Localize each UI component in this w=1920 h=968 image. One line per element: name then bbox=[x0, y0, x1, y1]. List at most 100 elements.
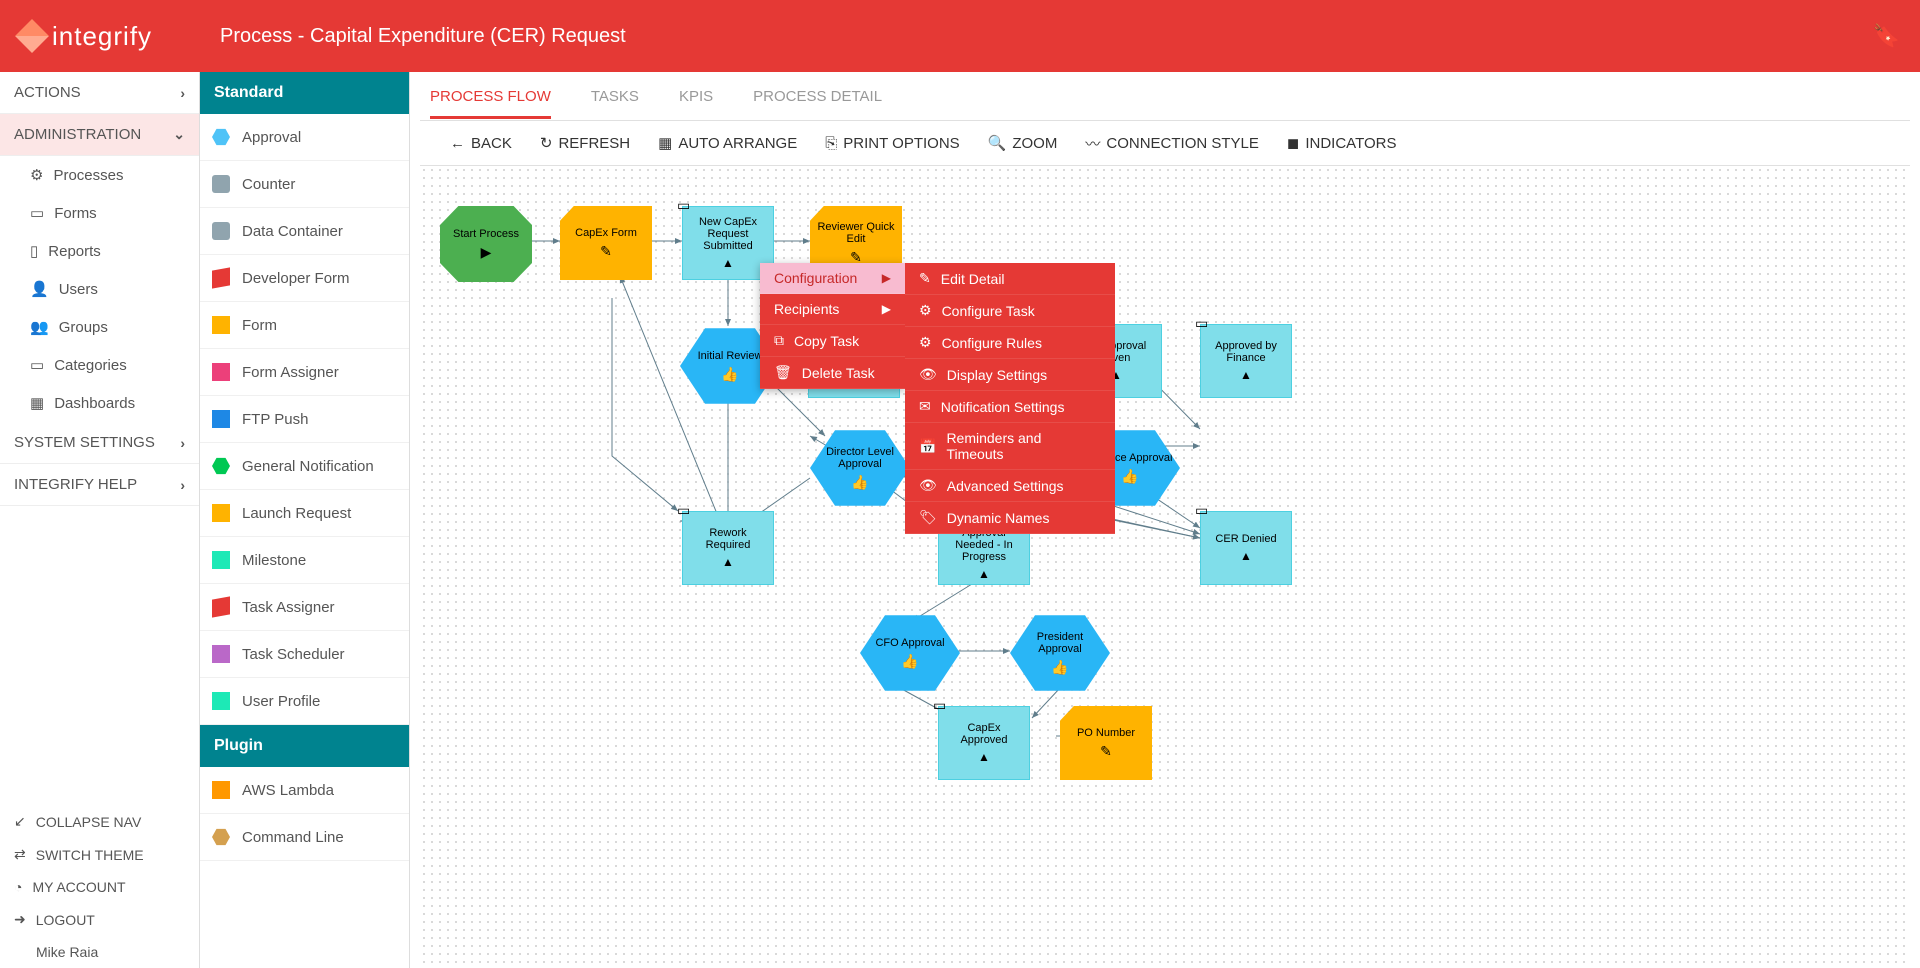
triangle-icon: ▲ bbox=[978, 750, 990, 764]
ftp-icon bbox=[212, 410, 230, 428]
ctx-delete-task[interactable]: 🗑Delete Task bbox=[760, 357, 905, 389]
action-label: SWITCH THEME bbox=[36, 847, 144, 863]
triangle-icon: ▲ bbox=[978, 567, 990, 581]
collapse-nav-button[interactable]: ↙COLLAPSE NAV bbox=[0, 805, 199, 838]
palette-form[interactable]: Form bbox=[200, 302, 409, 349]
tab-process-flow[interactable]: PROCESS FLOW bbox=[430, 74, 551, 119]
user-icon: 👤 bbox=[30, 280, 49, 298]
sidebar-item-label: Dashboards bbox=[54, 395, 135, 412]
user-icon: 👤 bbox=[554, 196, 571, 213]
palette-form-assigner[interactable]: Form Assigner bbox=[200, 349, 409, 396]
tab-tasks[interactable]: TASKS bbox=[591, 74, 639, 119]
node-start-process[interactable]: Start Process▶ bbox=[440, 206, 532, 282]
palette-aws-lambda[interactable]: AWS Lambda bbox=[200, 767, 409, 814]
ctx-edit-detail[interactable]: ✎Edit Detail bbox=[905, 263, 1115, 295]
node-capex-form[interactable]: 👤CapEx Form✎ bbox=[560, 206, 652, 280]
palette-general-notification[interactable]: General Notification bbox=[200, 443, 409, 490]
palette-milestone[interactable]: Milestone bbox=[200, 537, 409, 584]
sidebar-section-help[interactable]: INTEGRIFY HELP› bbox=[0, 464, 199, 506]
sidebar-section-actions[interactable]: ACTIONS› bbox=[0, 72, 199, 114]
node-approved-by-finance[interactable]: ▭Approved by Finance▲ bbox=[1200, 324, 1292, 398]
ctx-display-settings[interactable]: 👁Display Settings bbox=[905, 359, 1115, 391]
auto-arrange-button[interactable]: ▦AUTO ARRANGE bbox=[658, 134, 797, 152]
tab-kpis[interactable]: KPIS bbox=[679, 74, 713, 119]
database-icon bbox=[212, 222, 230, 240]
sidebar-item-processes[interactable]: ⚙Processes bbox=[0, 156, 199, 194]
ctx-advanced-settings[interactable]: 👁Advanced Settings bbox=[905, 470, 1115, 502]
context-menu: Configuration▶ Recipients▶ ⧉Copy Task 🗑D… bbox=[760, 263, 905, 389]
sidebar-item-dashboards[interactable]: ▦Dashboards bbox=[0, 384, 199, 422]
node-cfo-approval[interactable]: 👤CFO Approval👍 bbox=[860, 611, 960, 695]
left-sidebar: ACTIONS› ADMINISTRATION⌄ ⚙Processes ▭For… bbox=[0, 72, 200, 968]
sidebar-item-users[interactable]: 👤Users bbox=[0, 270, 199, 308]
zoom-button[interactable]: 🔍ZOOM bbox=[988, 134, 1058, 152]
node-label: Start Process bbox=[453, 228, 519, 240]
node-director-approval[interactable]: 👤Director Level Approval👍 bbox=[810, 426, 910, 510]
palette-command-line[interactable]: Command Line bbox=[200, 814, 409, 861]
palette-data-container[interactable]: Data Container bbox=[200, 208, 409, 255]
palette-user-profile[interactable]: User Profile bbox=[200, 678, 409, 725]
task-palette: Standard Approval Counter Data Container… bbox=[200, 72, 410, 968]
indicators-button[interactable]: ◼INDICATORS bbox=[1287, 134, 1397, 152]
logout-button[interactable]: ➜LOGOUT bbox=[0, 903, 199, 936]
node-cer-denied[interactable]: ▭CER Denied▲ bbox=[1200, 511, 1292, 585]
action-label: MY ACCOUNT bbox=[32, 879, 125, 895]
ctx-label: Dynamic Names bbox=[947, 510, 1050, 526]
my-account-button[interactable]: ◔ MY ACCOUNT bbox=[0, 871, 199, 903]
sidebar-section-system[interactable]: SYSTEM SETTINGS› bbox=[0, 422, 199, 464]
print-options-button[interactable]: ⎘PRINT OPTIONS bbox=[825, 135, 959, 152]
ctx-configure-task[interactable]: ⚙Configure Task bbox=[905, 295, 1115, 327]
doc-icon: ▭ bbox=[1195, 315, 1208, 332]
palette-counter[interactable]: Counter bbox=[200, 161, 409, 208]
connection-style-button[interactable]: 〰CONNECTION STYLE bbox=[1085, 133, 1259, 154]
gear-icon: ⚙ bbox=[919, 334, 932, 351]
ctx-recipients[interactable]: Recipients▶ bbox=[760, 294, 905, 325]
palette-launch-request[interactable]: Launch Request bbox=[200, 490, 409, 537]
palette-approval[interactable]: Approval bbox=[200, 114, 409, 161]
palette-task-assigner[interactable]: Task Assigner bbox=[200, 584, 409, 631]
ctx-configure-rules[interactable]: ⚙ Configure Rules bbox=[905, 327, 1115, 359]
node-capex-approved[interactable]: ▭CapEx Approved▲ bbox=[938, 706, 1030, 780]
calendar-icon: 📅 bbox=[919, 438, 936, 455]
ctx-label: Configure Task bbox=[942, 303, 1035, 319]
palette-label: Counter bbox=[242, 176, 295, 193]
sidebar-item-forms[interactable]: ▭Forms bbox=[0, 194, 199, 232]
account-icon: ◔ bbox=[14, 879, 22, 895]
sidebar-item-reports[interactable]: ▯Reports bbox=[0, 232, 199, 270]
tab-process-detail[interactable]: PROCESS DETAIL bbox=[753, 74, 882, 119]
palette-task-scheduler[interactable]: Task Scheduler bbox=[200, 631, 409, 678]
ctx-copy-task[interactable]: ⧉Copy Task bbox=[760, 325, 905, 357]
switch-theme-button[interactable]: ⇄SWITCH THEME bbox=[0, 838, 199, 871]
back-button[interactable]: ←BACK bbox=[450, 135, 512, 152]
back-arrow-icon: ← bbox=[450, 135, 465, 152]
node-po-number[interactable]: 👤PO Number✎ bbox=[1060, 706, 1152, 780]
node-president-approval[interactable]: 👤President Approval👍 bbox=[1010, 611, 1110, 695]
palette-label: Form Assigner bbox=[242, 364, 339, 381]
ctx-label: Configure Rules bbox=[942, 335, 1042, 351]
ctx-configuration[interactable]: Configuration▶ bbox=[760, 263, 905, 294]
triangle-icon: ▲ bbox=[722, 256, 734, 270]
sidebar-item-categories[interactable]: ▭Categories bbox=[0, 346, 199, 384]
sidebar-item-groups[interactable]: 👥Groups bbox=[0, 308, 199, 346]
ctx-reminders-timeouts[interactable]: 📅Reminders and Timeouts bbox=[905, 423, 1115, 470]
logo-diamond-icon bbox=[15, 19, 49, 53]
task-assigner-icon bbox=[212, 596, 230, 617]
bookmark-icon[interactable]: 🔖 bbox=[1873, 23, 1900, 49]
sidebar-item-label: Categories bbox=[54, 357, 127, 374]
node-rework-required[interactable]: ▭Rework Required▲ bbox=[682, 511, 774, 585]
node-label: Initial Review bbox=[698, 350, 763, 362]
eye-icon: 👁 bbox=[919, 477, 937, 494]
dev-form-icon bbox=[212, 267, 230, 288]
tag-icon: ◼ bbox=[1287, 134, 1299, 152]
refresh-button[interactable]: ↻REFRESH bbox=[540, 134, 630, 152]
palette-developer-form[interactable]: Developer Form bbox=[200, 255, 409, 302]
user-icon: 👤 bbox=[804, 416, 821, 433]
flow-canvas[interactable]: Start Process▶ 👤CapEx Form✎ ▭New CapEx R… bbox=[420, 166, 1910, 968]
app-logo[interactable]: integrify bbox=[20, 21, 200, 52]
ctx-dynamic-names[interactable]: 🏷Dynamic Names bbox=[905, 502, 1115, 534]
ctx-notification-settings[interactable]: ✉Notification Settings bbox=[905, 391, 1115, 423]
user-icon: 👤 bbox=[674, 314, 691, 331]
user-icon: 👤 bbox=[804, 196, 821, 213]
sidebar-section-administration[interactable]: ADMINISTRATION⌄ bbox=[0, 114, 199, 156]
palette-ftp-push[interactable]: FTP Push bbox=[200, 396, 409, 443]
